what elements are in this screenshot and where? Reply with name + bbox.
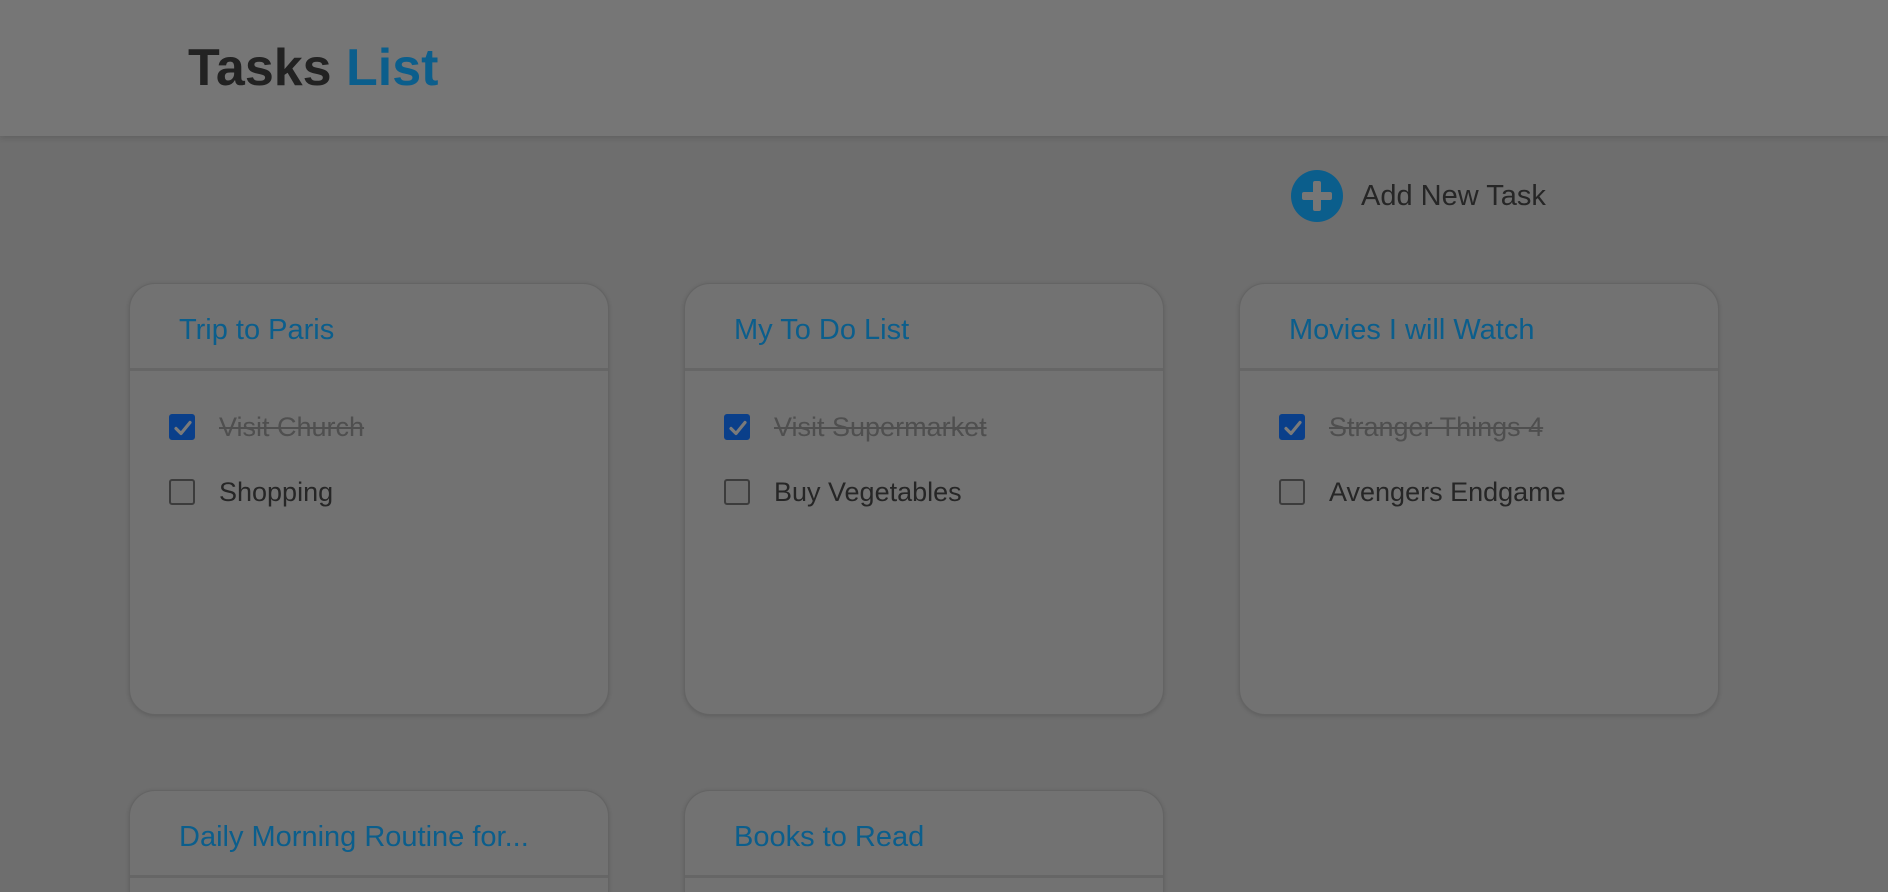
task-list-card: Books to Read xyxy=(684,790,1164,892)
task-label: Stranger Things 4 xyxy=(1329,411,1544,442)
add-new-task-button[interactable]: Add New Task xyxy=(1291,170,1546,222)
card-divider xyxy=(685,875,1163,878)
task-label: Avengers Endgame xyxy=(1329,476,1566,507)
card-title[interactable]: Daily Morning Routine for... xyxy=(179,821,529,854)
card-title[interactable]: Books to Read xyxy=(734,821,924,854)
task-item: Buy Vegetables xyxy=(724,476,962,508)
task-checkbox[interactable] xyxy=(724,479,750,505)
task-item: Avengers Endgame xyxy=(1279,476,1566,508)
task-list-card: Movies I will Watch Stranger Things 4 Av… xyxy=(1239,283,1719,715)
app-title-tasks: Tasks xyxy=(188,39,332,97)
task-checkbox[interactable] xyxy=(1279,479,1305,505)
task-label: Buy Vegetables xyxy=(774,476,962,507)
task-item: Visit Supermarket xyxy=(724,411,987,443)
task-checkbox[interactable] xyxy=(169,479,195,505)
app-title-list: List xyxy=(346,39,439,97)
card-divider xyxy=(130,368,608,371)
task-checkbox[interactable] xyxy=(1279,414,1305,440)
card-divider xyxy=(130,875,608,878)
card-title[interactable]: Trip to Paris xyxy=(179,314,334,347)
task-list-card: My To Do List Visit Supermarket Buy Vege… xyxy=(684,283,1164,715)
task-item: Shopping xyxy=(169,476,333,508)
card-divider xyxy=(1240,368,1718,371)
card-title[interactable]: Movies I will Watch xyxy=(1289,314,1534,347)
task-label: Visit Church xyxy=(219,411,365,442)
card-title[interactable]: My To Do List xyxy=(734,314,909,347)
plus-circle-icon[interactable] xyxy=(1291,170,1343,222)
task-label: Shopping xyxy=(219,476,334,507)
app-header: Tasks List xyxy=(0,0,1888,136)
task-list-card: Trip to Paris Visit Church Shopping xyxy=(129,283,609,715)
task-item: Visit Church xyxy=(169,411,364,443)
task-item: Stranger Things 4 xyxy=(1279,411,1543,443)
task-label: Visit Supermarket xyxy=(774,411,987,442)
card-divider xyxy=(685,368,1163,371)
task-checkbox[interactable] xyxy=(724,414,750,440)
app-title: Tasks List xyxy=(188,40,439,96)
task-list-card: Daily Morning Routine for... xyxy=(129,790,609,892)
task-checkbox[interactable] xyxy=(169,414,195,440)
add-new-task-label[interactable]: Add New Task xyxy=(1361,180,1546,213)
